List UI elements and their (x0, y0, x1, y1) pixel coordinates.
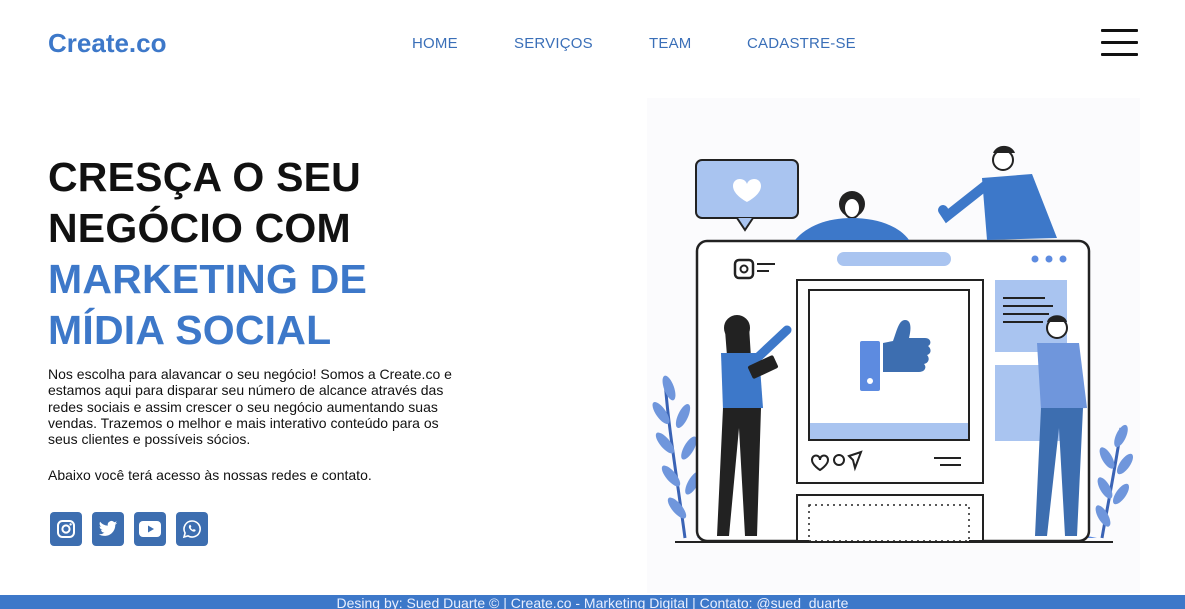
left-plant (652, 375, 701, 539)
hero-description: Nos escolha para alavancar o seu negócio… (48, 366, 452, 448)
nav-services-link[interactable]: SERVIÇOS (514, 35, 593, 52)
hamburger-menu-icon[interactable] (1101, 29, 1138, 57)
main-nav: HOME SERVIÇOS TEAM CADASTRE-SE (0, 35, 1185, 55)
youtube-icon[interactable] (134, 512, 166, 546)
right-plant (1095, 424, 1134, 539)
footer-text: Desing by: Sued Duarte © | Create.co - M… (336, 595, 849, 609)
nav-home-link[interactable]: HOME (412, 35, 458, 52)
hero-headline: CRESÇA O SEU NEGÓCIO COM MARKETING DE MÍ… (48, 152, 367, 356)
headline-line-4: MÍDIA SOCIAL (48, 307, 332, 353)
footer: Desing by: Sued Duarte © | Create.co - M… (0, 595, 1185, 609)
instagram-icon[interactable] (50, 512, 82, 546)
headline-line-3: MARKETING DE (48, 256, 368, 302)
hero-access-note: Abaixo você terá acesso às nossas redes … (48, 467, 372, 483)
headline-line-2: NEGÓCIO COM (48, 205, 351, 251)
social-links (50, 512, 208, 546)
twitter-icon[interactable] (92, 512, 124, 546)
headline-line-1: CRESÇA O SEU (48, 154, 361, 200)
nav-team-link[interactable]: TEAM (649, 35, 691, 52)
nav-signup-link[interactable]: CADASTRE-SE (747, 35, 856, 52)
hero-illustration (647, 98, 1140, 593)
whatsapp-icon[interactable] (176, 512, 208, 546)
